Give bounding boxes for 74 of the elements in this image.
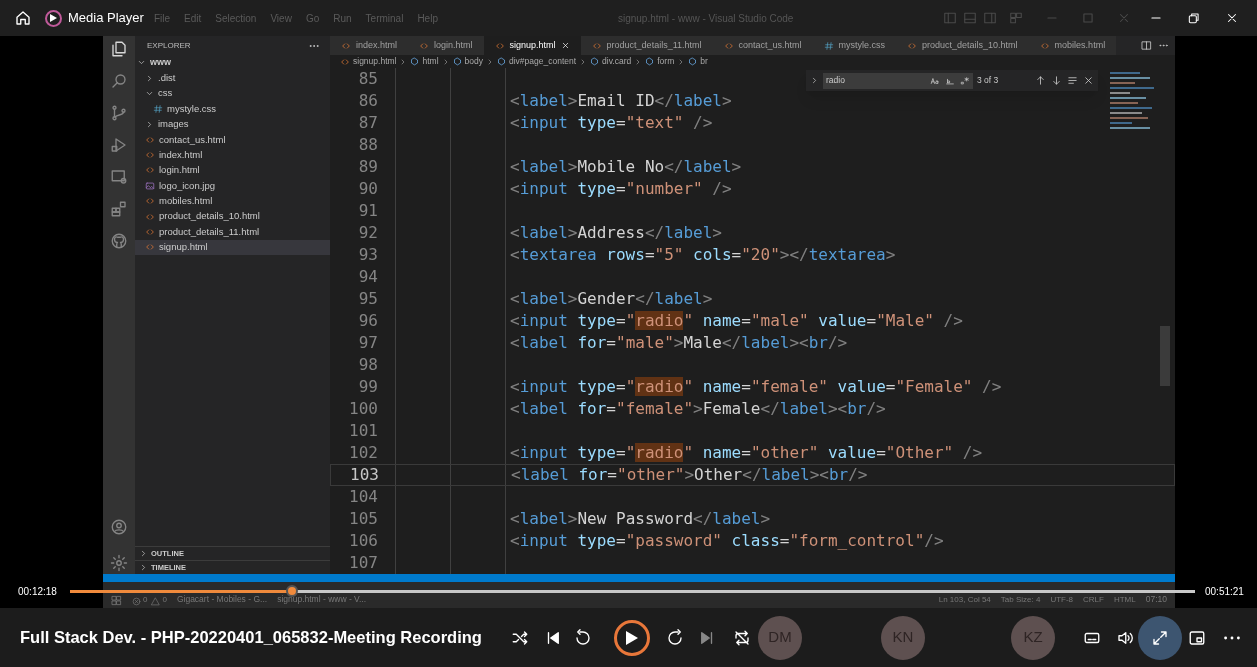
line-number: 91 [357,200,378,222]
editor-tab[interactable]: product_details_10.html [896,36,1029,55]
line-number: 93 [357,244,378,266]
duration-time: 00:51:21 [1205,584,1244,599]
line-number: 107 [348,552,378,574]
line-number: 103 [349,464,379,486]
code-line: <label>Email ID</label> [510,90,732,112]
editor-tab[interactable]: index.html [330,36,409,55]
tree-item[interactable]: css [135,85,330,102]
taskbar-clock: 07:10 [1145,593,1167,606]
line-number: 98 [357,354,378,376]
code-line: <label>Address</label> [510,222,722,244]
editor-tab[interactable]: contact_us.html [712,36,813,55]
line-number: 89 [357,156,378,178]
line-number: 95 [357,288,378,310]
sidebar-title: EXPLORER [147,39,191,52]
tree-item[interactable]: logo_icon.jpg [135,178,330,194]
match-count: 3 of 3 [977,74,999,87]
line-number: 106 [348,530,378,552]
tree-item[interactable]: product_details_11.html [135,224,330,240]
code-line: <label for="female">Female</label><br/> [510,398,886,420]
code-line: <input type="radio" name="other" value="Other" /> [510,442,983,464]
editor-tab[interactable]: signup.html [483,36,581,55]
code-line: <input type="number" /> [510,178,732,200]
tree-item[interactable]: mobiles.html [135,193,330,209]
tree-item[interactable]: .dist [135,70,330,86]
code-line: <input type="password" class="form_control"/> [510,530,944,552]
code-line: <label for="other">Other</label><br/> [511,464,868,486]
code-line: <label>New Password</label> [510,508,771,530]
line-number: 101 [348,420,378,442]
tree-item[interactable]: mystyle.css [135,101,330,117]
breadcrumb-item[interactable]: div.card [602,55,632,68]
tree-item[interactable]: images [135,116,330,132]
app-title: Media Player [68,9,144,28]
editor-tab[interactable]: login.html [408,36,484,55]
code-line: <input type="text" /> [510,112,713,134]
breadcrumb-item[interactable]: form [657,55,675,68]
tree-item[interactable]: login.html [135,162,330,179]
line-number: 94 [357,266,378,288]
line-number: 90 [357,178,378,200]
code-line: <input type="radio" name="male" value="Male" /> [510,310,963,332]
line-number: 105 [348,508,378,530]
line-number: 104 [348,486,378,508]
tree-item[interactable]: contact_us.html [135,131,330,148]
breadcrumb-item[interactable]: signup.html [353,55,397,68]
code-line: <label>Gender</label> [510,288,713,310]
line-number: 87 [357,112,378,134]
code-line: <label for="male">Male</label><br/> [510,332,848,354]
tree-item[interactable]: signup.html [135,239,330,256]
video-title: Full Stack Dev. - PHP-20220401_065832-Meeting Recording [20,628,482,646]
line-number: 96 [357,310,378,332]
editor-tab[interactable]: product_details_11.html [580,36,713,55]
editor-tab[interactable]: mobiles.html [1028,36,1117,55]
code-line: <label>Mobile No</label> [510,156,742,178]
line-number: 99 [357,376,378,398]
breadcrumb-item[interactable]: div#page_content [508,55,577,68]
line-number: 85 [357,68,378,90]
line-number: 97 [357,332,378,354]
breadcrumb-item[interactable]: html [422,55,439,68]
breadcrumb-item[interactable]: body [464,55,483,68]
breadcrumb-item[interactable]: br [700,55,708,68]
tree-item[interactable]: product_details_10.html [135,208,330,225]
find-input[interactable]: radio [823,72,973,89]
line-number: 88 [357,134,378,156]
tree-item[interactable]: www [135,55,330,71]
line-number: 92 [357,222,378,244]
editor-tab[interactable]: mystyle.css [812,36,897,55]
line-number: 100 [348,398,378,420]
code-line: <input type="radio" name="female" value="Female" /> [510,376,1002,398]
elapsed-time: 00:12:18 [18,584,58,599]
code-line: <textarea rows="5" cols="20"></textarea> [510,244,896,266]
line-number: 102 [348,442,378,464]
line-number: 86 [357,90,378,112]
tree-item[interactable]: index.html [135,147,330,163]
